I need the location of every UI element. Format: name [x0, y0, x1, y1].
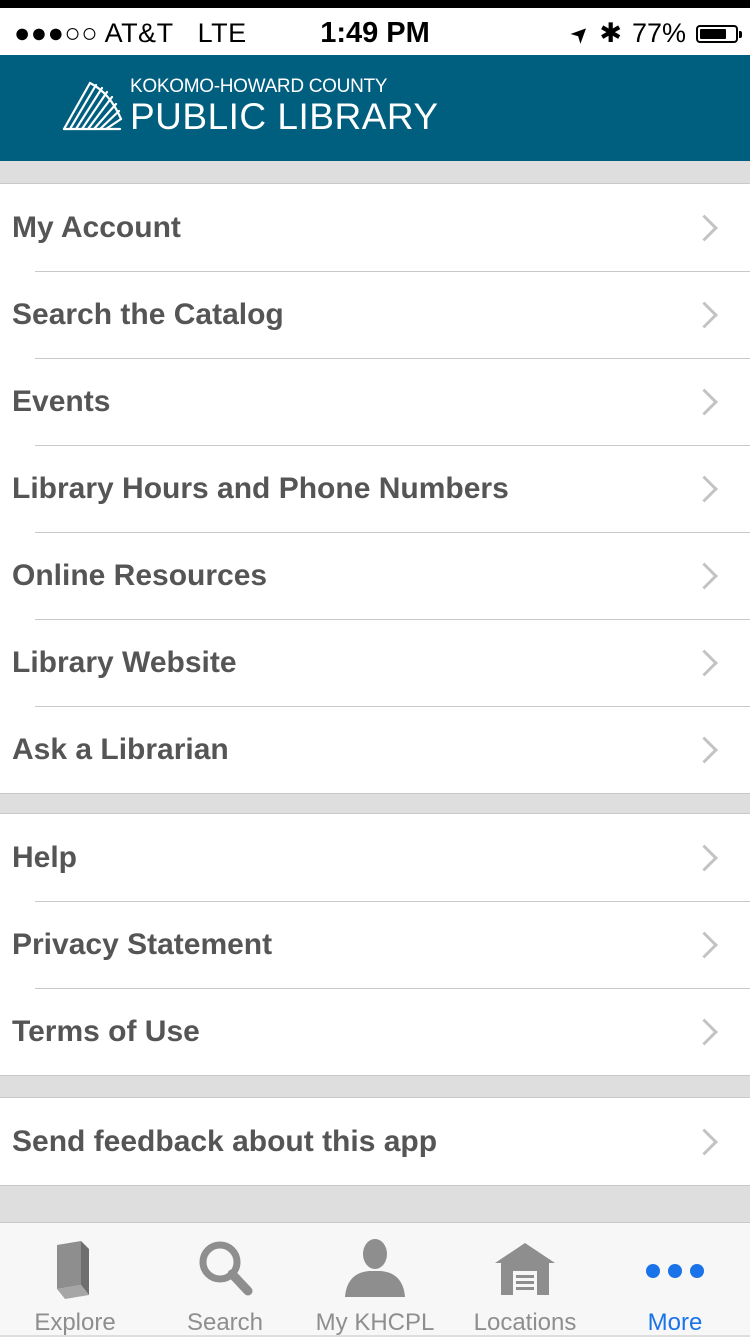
- menu-item-terms[interactable]: Terms of Use: [0, 988, 750, 1075]
- menu-item-label: Online Resources: [12, 558, 268, 592]
- signal-strength: ●●●○○: [14, 18, 99, 48]
- chevron-right-icon: [691, 562, 718, 589]
- status-bar: ●●●○○ AT&T LTE 1:49 PM ➤ ✱ 77%: [0, 0, 750, 55]
- menu-item-label: Library Website: [12, 645, 237, 679]
- menu-item-label: Help: [12, 840, 78, 874]
- tab-label: Explore: [34, 1309, 116, 1336]
- menu-item-my-account[interactable]: My Account: [0, 184, 750, 271]
- location-icon: ➤: [564, 17, 596, 49]
- menu-item-label: My Account: [12, 210, 181, 244]
- chevron-right-icon: [691, 931, 718, 958]
- app-header: KOKOMO-HOWARD COUNTY PUBLIC LIBRARY: [0, 55, 750, 161]
- menu-item-label: Ask a Librarian: [12, 732, 229, 766]
- tab-bar: Explore Search My KHCPL Locations More: [0, 1222, 750, 1336]
- status-left: ●●●○○ AT&T LTE: [14, 18, 247, 49]
- chevron-right-icon: [691, 649, 718, 676]
- menu-section-info: Help Privacy Statement Terms of Use: [0, 813, 750, 1076]
- status-right: ➤ ✱ 77%: [564, 18, 742, 49]
- network-type: LTE: [197, 18, 247, 48]
- menu-item-privacy[interactable]: Privacy Statement: [0, 901, 750, 988]
- menu-item-events[interactable]: Events: [0, 358, 750, 445]
- chevron-right-icon: [691, 844, 718, 871]
- chevron-right-icon: [691, 1018, 718, 1045]
- chevron-right-icon: [691, 736, 718, 763]
- search-icon: [199, 1241, 253, 1296]
- library-logo: KOKOMO-HOWARD COUNTY PUBLIC LIBRARY: [60, 77, 439, 135]
- menu-item-library-hours[interactable]: Library Hours and Phone Numbers: [0, 445, 750, 532]
- bluetooth-icon: ✱: [599, 18, 622, 48]
- menu-section-feedback: Send feedback about this app: [0, 1097, 750, 1186]
- tab-my-khcpl[interactable]: My KHCPL: [300, 1223, 450, 1336]
- battery-percent: 77%: [631, 18, 686, 48]
- tab-label: My KHCPL: [315, 1309, 435, 1336]
- tab-search[interactable]: Search: [150, 1223, 300, 1336]
- tab-explore[interactable]: Explore: [0, 1223, 150, 1336]
- tab-locations[interactable]: Locations: [450, 1223, 600, 1336]
- chevron-right-icon: [691, 475, 718, 502]
- chevron-right-icon: [691, 1128, 718, 1155]
- tab-label: More: [647, 1309, 703, 1336]
- logo-text: KOKOMO-HOWARD COUNTY PUBLIC LIBRARY: [130, 77, 439, 135]
- menu-item-ask-librarian[interactable]: Ask a Librarian: [0, 706, 750, 793]
- menu-item-label: Library Hours and Phone Numbers: [12, 471, 509, 505]
- logo-title: PUBLIC LIBRARY: [130, 96, 439, 137]
- menu-item-label: Events: [12, 384, 111, 418]
- more-dots-icon: [646, 1264, 704, 1278]
- chevron-right-icon: [691, 388, 718, 415]
- library-logo-icon: [62, 81, 123, 131]
- logo-subtitle: KOKOMO-HOWARD COUNTY: [130, 76, 388, 97]
- carrier: AT&T: [104, 18, 174, 48]
- tab-label: Locations: [473, 1309, 577, 1336]
- menu-item-help[interactable]: Help: [0, 814, 750, 901]
- battery-icon: [696, 24, 742, 43]
- person-icon: [345, 1239, 405, 1297]
- tab-label: Search: [186, 1309, 264, 1336]
- menu-item-label: Privacy Statement: [12, 927, 273, 961]
- tab-more[interactable]: More: [600, 1223, 750, 1336]
- book-icon: [57, 1241, 89, 1299]
- menu-item-send-feedback[interactable]: Send feedback about this app: [0, 1098, 750, 1185]
- menu-item-label: Search the Catalog: [12, 297, 284, 331]
- battery-fill: [700, 28, 726, 39]
- menu-item-library-website[interactable]: Library Website: [0, 619, 750, 706]
- menu-section-main: My Account Search the Catalog Events Lib…: [0, 183, 750, 794]
- building-icon: [495, 1243, 555, 1295]
- chevron-right-icon: [691, 214, 718, 241]
- menu-item-label: Terms of Use: [12, 1014, 200, 1048]
- chevron-right-icon: [691, 301, 718, 328]
- menu-item-online-resources[interactable]: Online Resources: [0, 532, 750, 619]
- menu-item-search-catalog[interactable]: Search the Catalog: [0, 271, 750, 358]
- menu-item-label: Send feedback about this app: [12, 1124, 438, 1158]
